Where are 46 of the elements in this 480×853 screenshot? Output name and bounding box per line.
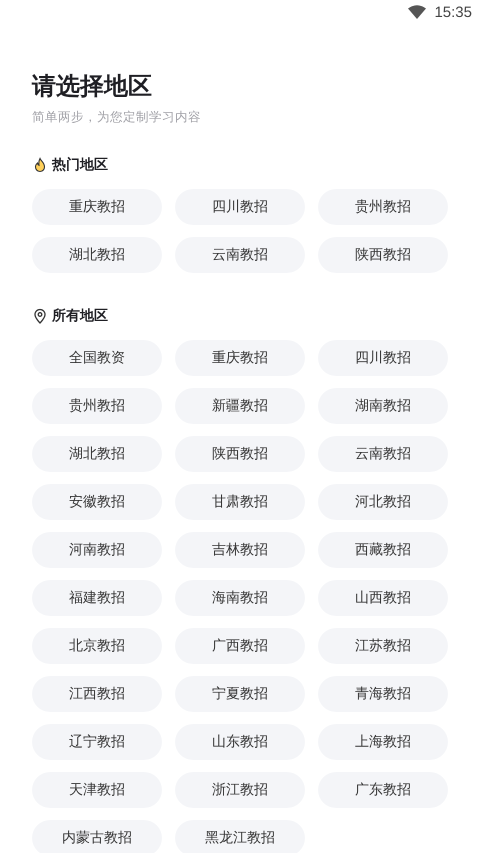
region-chip[interactable]: 黑龙江教招: [175, 820, 305, 853]
region-chip[interactable]: 陕西教招: [318, 237, 448, 273]
region-chip[interactable]: 青海教招: [318, 676, 448, 712]
region-chip[interactable]: 天津教招: [32, 772, 162, 808]
region-chip[interactable]: 福建教招: [32, 580, 162, 616]
region-chip[interactable]: 宁夏教招: [175, 676, 305, 712]
region-chip[interactable]: 西藏教招: [318, 532, 448, 568]
region-chip[interactable]: 广东教招: [318, 772, 448, 808]
region-chip[interactable]: 内蒙古教招: [32, 820, 162, 853]
region-chip[interactable]: 江苏教招: [318, 628, 448, 664]
region-chip[interactable]: 重庆教招: [32, 189, 162, 225]
region-chip[interactable]: 安徽教招: [32, 484, 162, 520]
location-pin-icon: [32, 308, 48, 324]
region-chip[interactable]: 山东教招: [175, 724, 305, 760]
region-chip[interactable]: 河北教招: [318, 484, 448, 520]
wifi-icon: [408, 5, 426, 19]
region-chip[interactable]: 四川教招: [318, 340, 448, 376]
region-chip[interactable]: 湖北教招: [32, 237, 162, 273]
region-chip[interactable]: 新疆教招: [175, 388, 305, 424]
page-subtitle: 简单两步，为您定制学习内容: [32, 108, 202, 126]
region-chip[interactable]: 江西教招: [32, 676, 162, 712]
region-chip[interactable]: 辽宁教招: [32, 724, 162, 760]
region-chip[interactable]: 河南教招: [32, 532, 162, 568]
region-chip[interactable]: 湖北教招: [32, 436, 162, 472]
region-chip[interactable]: 北京教招: [32, 628, 162, 664]
region-chip[interactable]: 浙江教招: [175, 772, 305, 808]
region-chip[interactable]: 重庆教招: [175, 340, 305, 376]
region-chip[interactable]: 四川教招: [175, 189, 305, 225]
region-chip[interactable]: 湖南教招: [318, 388, 448, 424]
region-chip[interactable]: 上海教招: [318, 724, 448, 760]
region-chip[interactable]: 甘肃教招: [175, 484, 305, 520]
section-heading: 所有地区: [52, 307, 108, 325]
region-chip[interactable]: 海南教招: [175, 580, 305, 616]
region-chip[interactable]: 云南教招: [175, 237, 305, 273]
region-chip[interactable]: 贵州教招: [318, 189, 448, 225]
region-chip[interactable]: 全国教资: [32, 340, 162, 376]
page-title: 请选择地区: [32, 71, 153, 102]
flame-icon: [32, 157, 48, 173]
region-chip[interactable]: 山西教招: [318, 580, 448, 616]
status-time: 15:35: [434, 4, 472, 20]
region-chip[interactable]: 陕西教招: [175, 436, 305, 472]
section-heading: 热门地区: [52, 156, 108, 174]
region-chip[interactable]: 吉林教招: [175, 532, 305, 568]
region-chip[interactable]: 广西教招: [175, 628, 305, 664]
region-chip[interactable]: 云南教招: [318, 436, 448, 472]
region-chip[interactable]: 贵州教招: [32, 388, 162, 424]
